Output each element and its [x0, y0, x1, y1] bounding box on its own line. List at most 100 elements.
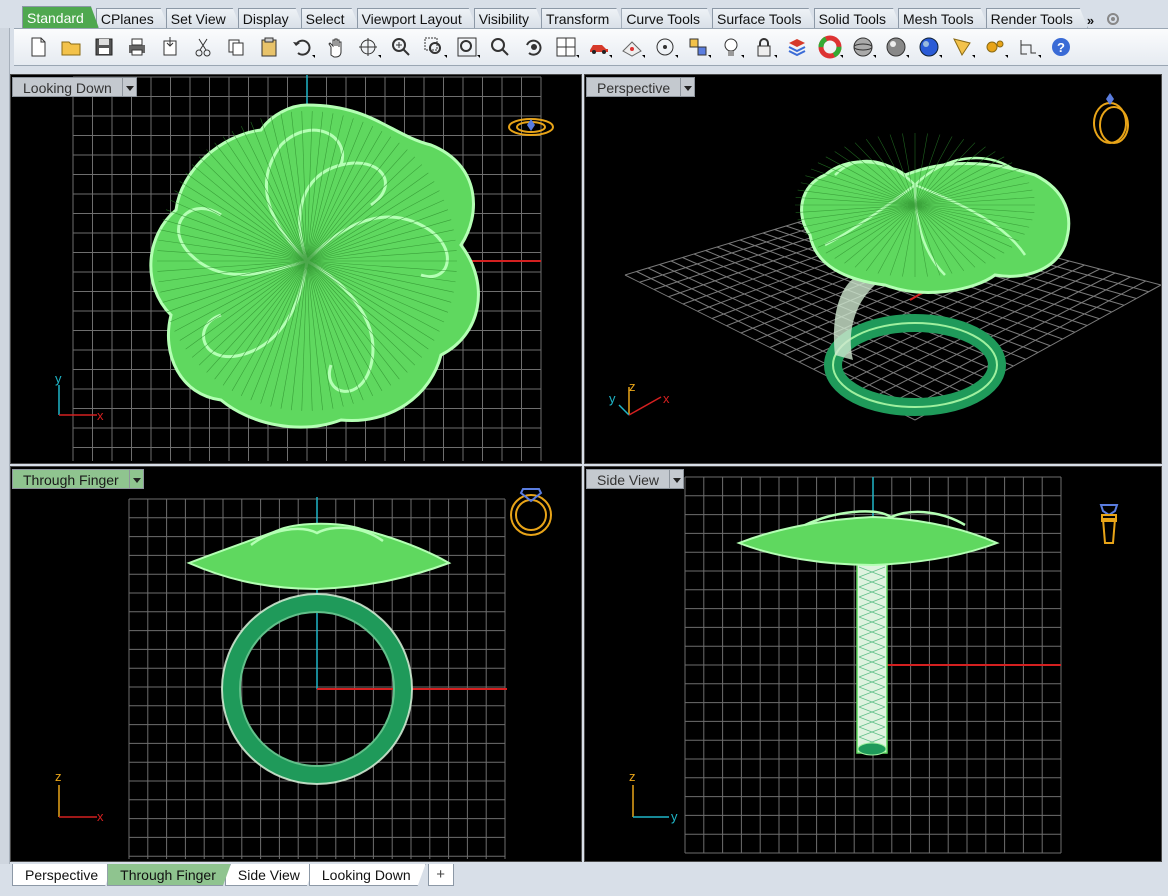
viewport-title-label: Perspective — [586, 77, 682, 97]
viewport-title-looking-down[interactable]: Looking Down — [12, 77, 137, 97]
viewport-through-finger[interactable]: z x Through Finger — [10, 466, 582, 862]
tab-curve-tools[interactable]: Curve Tools — [621, 8, 715, 28]
tab-mesh-tools[interactable]: Mesh Tools — [898, 8, 989, 28]
viewport-title-perspective[interactable]: Perspective — [586, 77, 696, 97]
undo-icon[interactable] — [286, 32, 318, 62]
ring-front-model[interactable] — [186, 522, 452, 785]
properties-icon[interactable] — [682, 32, 714, 62]
axis-label-y: y — [609, 391, 616, 406]
tab-standard[interactable]: Standard — [22, 6, 99, 28]
toolbar-tab-strip: Standard CPlanes Set View Display Select View… — [22, 6, 1168, 28]
viewport-perspective[interactable]: y z x Perspective — [584, 74, 1162, 464]
chevron-down-icon[interactable] — [681, 77, 696, 97]
tab-set-view[interactable]: Set View — [166, 8, 241, 28]
ring-side-model[interactable] — [736, 510, 1000, 756]
open-folder-icon[interactable] — [55, 32, 87, 62]
tab-transform[interactable]: Transform — [541, 8, 624, 28]
axis-label-x: x — [97, 809, 104, 824]
viewport-tab-perspective[interactable]: Perspective — [12, 864, 113, 886]
viewport-tab-through-finger[interactable]: Through Finger — [107, 864, 231, 886]
sphere-shaded-icon[interactable] — [847, 32, 879, 62]
zoom-selected-icon[interactable] — [484, 32, 516, 62]
analyze-icon[interactable] — [946, 32, 978, 62]
axis-label-y: y — [55, 371, 62, 386]
tab-render-tools[interactable]: Render Tools — [986, 8, 1088, 28]
ring-thumbnail-icon — [510, 488, 552, 536]
axis-label-z: z — [629, 769, 636, 784]
undo-view-icon[interactable] — [517, 32, 549, 62]
light-bulb-icon[interactable] — [715, 32, 747, 62]
grid-line — [885, 276, 1131, 406]
tab-solid-tools[interactable]: Solid Tools — [814, 8, 901, 28]
viewport-tab-looking-down[interactable]: Looking Down — [309, 864, 426, 886]
viewport-tab-bar: Perspective Through Finger Side View Lookin… — [12, 864, 1168, 888]
layer-book-icon[interactable] — [781, 32, 813, 62]
color-wheel-icon[interactable] — [814, 32, 846, 62]
axis-label-y: y — [671, 809, 678, 824]
sphere-rendered-icon[interactable] — [880, 32, 912, 62]
viewport-scene: z y — [629, 476, 1119, 854]
import-icon[interactable] — [154, 32, 186, 62]
flower-head-side — [186, 522, 452, 591]
rhino-app-window: Standard CPlanes Set View Display Select View… — [0, 0, 1168, 896]
lock-icon[interactable] — [748, 32, 780, 62]
car-icon[interactable] — [583, 32, 615, 62]
tab-display[interactable]: Display — [238, 8, 304, 28]
viewport-scene: y z x — [609, 93, 1161, 421]
pan-hand-icon[interactable] — [319, 32, 351, 62]
save-icon[interactable] — [88, 32, 120, 62]
tab-overflow-button[interactable]: » — [1087, 13, 1101, 28]
axis-indicator: y x — [55, 371, 104, 423]
viewport-scene: z x — [55, 488, 552, 859]
copy-icon[interactable] — [220, 32, 252, 62]
viewport-title-label: Through Finger — [12, 469, 130, 489]
sphere-blue-icon[interactable] — [913, 32, 945, 62]
viewport-title-label: Side View — [586, 469, 671, 489]
tab-surface-tools[interactable]: Surface Tools — [712, 8, 817, 28]
axis-label-z: z — [629, 379, 636, 394]
zoom-extents-icon[interactable] — [451, 32, 483, 62]
add-viewport-tab-button[interactable]: + — [427, 864, 454, 886]
viewport-looking-down[interactable]: y x Looking Down — [10, 74, 582, 464]
print-icon[interactable] — [121, 32, 153, 62]
ring-thumbnail-icon — [1099, 504, 1119, 544]
tree-icon[interactable] — [1012, 32, 1044, 62]
axis-label-x: x — [663, 391, 670, 406]
zoom-window-icon[interactable] — [418, 32, 450, 62]
shank-bottom — [857, 742, 887, 756]
viewport-tab-side-view[interactable]: Side View — [225, 864, 315, 886]
four-viewports-icon[interactable] — [550, 32, 582, 62]
flower-top-model[interactable] — [149, 103, 480, 429]
viewport-title-through-finger[interactable]: Through Finger — [12, 469, 144, 489]
gears-icon[interactable] — [979, 32, 1011, 62]
circle-osnap-icon[interactable] — [649, 32, 681, 62]
flower-head-side — [736, 515, 1000, 567]
new-document-icon[interactable] — [22, 32, 54, 62]
tab-viewport-layout[interactable]: Viewport Layout — [357, 8, 477, 28]
viewport-side-view[interactable]: z y Side View — [584, 466, 1162, 862]
gear-icon[interactable] — [1104, 10, 1124, 28]
help-icon[interactable]: ? — [1045, 32, 1077, 62]
tab-visibility[interactable]: Visibility — [474, 8, 544, 28]
grid-snap-icon[interactable] — [616, 32, 648, 62]
ring-thumbnail-icon — [1093, 93, 1129, 144]
svg-text:?: ? — [1057, 40, 1065, 55]
chevron-down-icon[interactable] — [129, 469, 144, 489]
cut-icon[interactable] — [187, 32, 219, 62]
tab-cplanes[interactable]: CPlanes — [96, 8, 169, 28]
ring-perspective-model[interactable] — [795, 133, 1071, 416]
axis-indicator: y z x — [609, 379, 670, 416]
chevron-down-icon[interactable] — [670, 469, 685, 489]
chevron-down-icon[interactable] — [122, 77, 137, 97]
tab-select[interactable]: Select — [301, 8, 360, 28]
left-dock-edge — [0, 28, 10, 864]
viewport-title-side-view[interactable]: Side View — [586, 469, 685, 489]
ring-thumbnail-icon — [508, 118, 554, 136]
viewport-scene: y x — [55, 75, 554, 461]
axis-indicator: z y — [629, 769, 678, 824]
zoom-dynamic-icon[interactable] — [385, 32, 417, 62]
paste-icon[interactable] — [253, 32, 285, 62]
rotate-view-icon[interactable] — [352, 32, 384, 62]
axis-indicator: z x — [55, 769, 104, 824]
axis-label-x: x — [97, 408, 104, 423]
